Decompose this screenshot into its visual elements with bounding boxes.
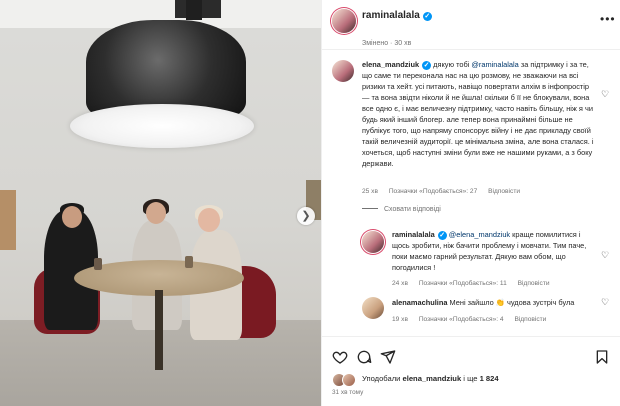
comment-meta: 19 хв Позначки «Подобається»: 4 Відповіс… (392, 316, 555, 323)
avatar[interactable] (362, 231, 384, 253)
mention-link[interactable]: @elena_mandziuk (449, 230, 510, 239)
cup (94, 258, 102, 270)
comment-meta: 24 хв Позначки «Подобається»: 11 Відпові… (392, 280, 559, 287)
comment-username[interactable]: alenamachulina (392, 298, 447, 307)
cup (185, 256, 193, 268)
comment-time: 24 хв (392, 280, 408, 287)
post-time: 31 хв тому (332, 389, 364, 396)
comment-likes[interactable]: Позначки «Подобається»: 11 (419, 280, 507, 287)
verified-icon: ✓ (422, 61, 432, 70)
person-right-head (198, 208, 220, 232)
comment-likes[interactable]: Позначки «Подобається»: 4 (419, 316, 504, 323)
reply-button[interactable]: Відповісти (514, 316, 546, 323)
heart-icon[interactable]: ♡ (601, 297, 609, 308)
mention-link[interactable]: @raminalalala (471, 60, 518, 69)
divider (362, 208, 378, 209)
comment-time: 25 хв (362, 188, 378, 195)
hide-replies-label: Сховати відповіді (384, 206, 441, 213)
hide-replies-button[interactable]: Сховати відповіді (362, 206, 441, 213)
comment-username[interactable]: raminalalala (392, 230, 435, 239)
heart-icon[interactable]: ♡ (601, 89, 609, 100)
softbox-diffuser (70, 104, 254, 148)
more-icon[interactable]: ••• (600, 12, 616, 26)
likes-count[interactable]: 1 824 (480, 374, 499, 383)
post-photo[interactable]: ❯ (0, 0, 321, 406)
comment-meta: 25 хв Позначки «Подобається»: 27 Відпові… (362, 188, 529, 195)
person-middle-head (146, 202, 166, 224)
heart-icon[interactable] (332, 349, 348, 365)
avatar[interactable] (342, 373, 356, 387)
verified-icon: ✓ (437, 231, 447, 240)
comment-likes[interactable]: Позначки «Подобається»: 27 (389, 188, 477, 195)
light-mount-stem (186, 0, 202, 20)
liked-by-user[interactable]: elena_mandziuk (403, 374, 462, 383)
comment-icon[interactable] (356, 349, 372, 365)
bookmark-icon[interactable] (594, 349, 610, 365)
post-actions: Уподобали elena_mandziuk і ще 1 824 31 х… (322, 336, 620, 406)
verified-icon: ✓ (422, 12, 432, 21)
comment-body: Мені зайшло 👏 чудова зустріч була (447, 298, 575, 307)
heart-icon[interactable]: ♡ (601, 250, 609, 261)
next-arrow-icon[interactable]: ❯ (297, 207, 315, 225)
post-username[interactable]: raminalalala (362, 10, 420, 21)
comment-body: дякую тобі (431, 60, 472, 69)
likes-middle: і ще (461, 374, 480, 383)
post-header: raminalalala ✓ ••• Змінено · 30 хв (322, 0, 620, 50)
comment-time: 19 хв (392, 316, 408, 323)
reply-button[interactable]: Відповісти (488, 188, 520, 195)
person-left-head (62, 206, 82, 228)
comments-list: elena_mandziuk ✓ дякую тобі @raminalalala… (322, 51, 620, 336)
comment-text: elena_mandziuk ✓ дякую тобі @raminalalala… (362, 59, 594, 169)
comment-text: raminalalala ✓ @elena_mandziuk краще поми… (392, 229, 596, 273)
table-leg (155, 290, 163, 370)
comment-text: alenamachulina Мені зайшло 👏 чудова зуст… (392, 297, 596, 308)
avatar[interactable] (362, 297, 384, 319)
wooden-shelf (0, 190, 16, 250)
reply-button[interactable]: Відповісти (518, 280, 550, 287)
post-panel: raminalalala ✓ ••• Змінено · 30 хв elena_… (321, 0, 620, 406)
avatar[interactable] (332, 9, 356, 33)
comment-body: за підтримку і за те, що саме ти перекон… (362, 60, 594, 168)
post-subtitle: Змінено · 30 хв (362, 40, 412, 47)
likes-prefix: Уподобали (362, 374, 403, 383)
share-icon[interactable] (380, 349, 396, 365)
comment-username[interactable]: elena_mandziuk (362, 60, 419, 69)
avatar[interactable] (332, 60, 354, 82)
